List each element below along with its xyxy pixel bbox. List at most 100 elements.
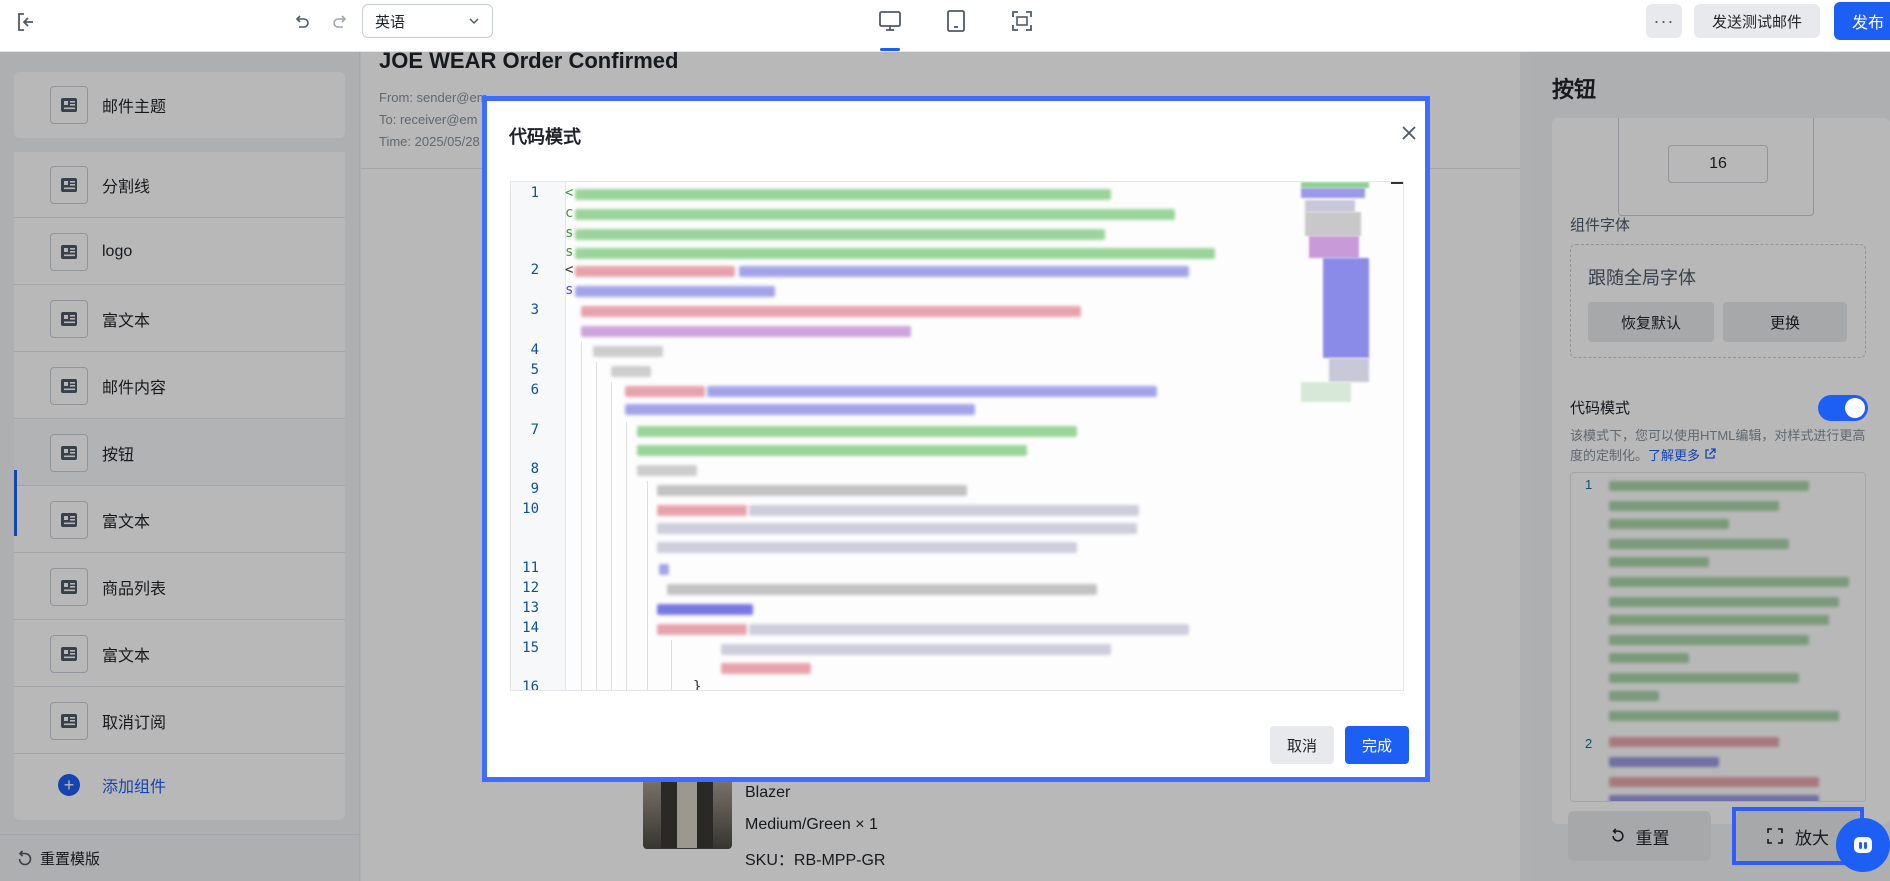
fit-screen-icon — [1012, 11, 1032, 31]
component-icon — [50, 567, 88, 606]
desktop-icon — [879, 11, 901, 31]
line-number: 13 — [522, 600, 539, 616]
code-editor[interactable]: 1 2 3 4 5 6 7 8 9 10 11 12 13 14 15 16 <… — [510, 181, 1404, 691]
line-number: 8 — [530, 461, 539, 477]
language-select[interactable]: 英语 — [362, 4, 493, 38]
sidebar-item-label: 邮件内容 — [102, 379, 167, 397]
line-number: 2 — [1585, 736, 1593, 751]
sidebar-item-email-subject[interactable]: 邮件主题 — [14, 72, 345, 138]
email-time: Time: 2025/05/28 — [379, 134, 480, 149]
component-icon — [50, 232, 88, 271]
line-number: 16 — [522, 679, 539, 691]
close-button[interactable] — [1399, 123, 1419, 143]
line-number: 3 — [530, 302, 539, 318]
code-token: < — [565, 185, 574, 201]
font-size-input[interactable]: 16 — [1668, 145, 1768, 183]
email-to: To: receiver@em — [379, 112, 478, 127]
sidebar-item-divider[interactable]: 分割线 — [14, 152, 345, 218]
component-icon — [50, 165, 88, 204]
sidebar-item-product-list[interactable]: 商品列表 — [14, 554, 345, 620]
email-from: From: sender@em — [379, 90, 488, 105]
help-float-button[interactable] — [1836, 818, 1890, 872]
font-value: 跟随全局字体 — [1588, 268, 1696, 288]
plus-icon: + — [58, 774, 80, 796]
code-token: s — [565, 225, 574, 241]
add-component-button[interactable]: + 添加组件 — [58, 773, 166, 797]
sidebar-item-label: 按钮 — [102, 446, 135, 464]
line-number: 6 — [530, 382, 539, 398]
line-number: 14 — [522, 620, 539, 636]
restore-default-button[interactable]: 恢复默认 — [1588, 302, 1714, 342]
active-device-indicator — [880, 48, 900, 51]
sidebar-item-rich-text-2[interactable]: 富文本 — [14, 487, 345, 553]
sidebar-item-rich-text-3[interactable]: 富文本 — [14, 621, 345, 687]
component-icon — [50, 634, 88, 673]
code-mode-toggle[interactable] — [1818, 395, 1868, 421]
publish-label: 发布 — [1852, 15, 1885, 32]
line-number: 2 — [530, 262, 539, 278]
add-component-label: 添加组件 — [102, 779, 167, 796]
sidebar-item-rich-text[interactable]: 富文本 — [14, 286, 345, 352]
exit-icon[interactable] — [14, 10, 38, 34]
tablet-view-button[interactable] — [938, 4, 974, 38]
sidebar-item-button[interactable]: 按钮 — [14, 420, 345, 486]
line-number: 12 — [522, 580, 539, 596]
close-icon — [1402, 126, 1416, 140]
sidebar-item-email-content[interactable]: 邮件内容 — [14, 353, 345, 419]
cancel-button[interactable]: 取消 — [1270, 726, 1334, 764]
sidebar-item-label: 富文本 — [102, 513, 151, 531]
divider — [0, 834, 360, 835]
line-number: 5 — [530, 362, 539, 378]
active-item-indicator — [14, 470, 17, 536]
language-value: 英语 — [375, 13, 406, 31]
code-token: s — [565, 282, 574, 298]
line-number: 11 — [522, 560, 539, 576]
line-number: 9 — [530, 481, 539, 497]
sidebar-item-unsubscribe[interactable]: 取消订阅 — [14, 688, 345, 754]
code-mode-description: 该模式下，您可以使用HTML编辑，对样式进行更高度的定制化。了解更多 — [1570, 426, 1866, 466]
publish-button[interactable]: 发布 — [1834, 2, 1890, 40]
done-label: 完成 — [1361, 737, 1392, 755]
change-font-button[interactable]: 更换 — [1723, 302, 1847, 342]
component-sidebar: 邮件主题 分割线 logo 富文本 邮件内容 按钮 富文本 商品列表 富文本 取… — [0, 52, 360, 881]
header-card: 邮件主题 — [14, 72, 345, 138]
reset-icon — [1611, 828, 1624, 842]
sidebar-item-label: 分割线 — [102, 178, 151, 196]
sidebar-item-logo[interactable]: logo — [14, 219, 345, 285]
product-sku: SKU：RB-MPP-GR — [745, 852, 886, 869]
undo-icon[interactable] — [290, 10, 314, 34]
learn-more-link[interactable]: 了解更多 — [1648, 448, 1700, 463]
desktop-view-button[interactable] — [872, 4, 908, 38]
scroll-indicator — [1391, 182, 1403, 184]
sidebar-item-label: 取消订阅 — [102, 714, 167, 732]
product-variant: Medium/Green × 1 — [745, 816, 878, 833]
reset-template-label: 重置模版 — [40, 851, 101, 868]
done-button[interactable]: 完成 — [1345, 726, 1409, 764]
external-link-icon — [1705, 448, 1716, 459]
reset-template-button[interactable]: 重置模版 — [16, 848, 100, 869]
sidebar-item-label: logo — [102, 242, 133, 260]
more-button[interactable]: ··· — [1646, 4, 1682, 38]
component-icon — [50, 299, 88, 338]
dialog-title: 代码模式 — [509, 127, 581, 147]
line-number: 1 — [1585, 477, 1593, 492]
sidebar-item-label: 富文本 — [102, 312, 151, 330]
reset-label: 重置 — [1635, 828, 1670, 848]
restore-default-label: 恢复默认 — [1620, 314, 1681, 332]
properties-panel: 按钮 16 组件字体 跟随全局字体 恢复默认 更换 代码模式 该模式下，您可以使… — [1530, 52, 1890, 881]
line-number: 15 — [522, 640, 539, 656]
fullscreen-view-button[interactable] — [1004, 4, 1040, 38]
mini-code-editor[interactable]: 1 2 — [1570, 472, 1866, 802]
more-label: ··· — [1653, 10, 1675, 31]
sidebar-item-label: 商品列表 — [102, 580, 167, 598]
panel-title: 按钮 — [1552, 77, 1597, 102]
send-test-email-button[interactable]: 发送测试邮件 — [1694, 4, 1820, 38]
email-subject: JOE WEAR Order Confirmed — [379, 48, 679, 73]
change-font-label: 更换 — [1769, 314, 1800, 332]
redo-icon[interactable] — [328, 10, 352, 34]
reset-button[interactable]: 重置 — [1568, 811, 1711, 861]
component-icon — [50, 500, 88, 539]
code-token: < — [565, 262, 574, 278]
code-token: } — [693, 679, 702, 691]
line-number: 7 — [530, 422, 539, 438]
